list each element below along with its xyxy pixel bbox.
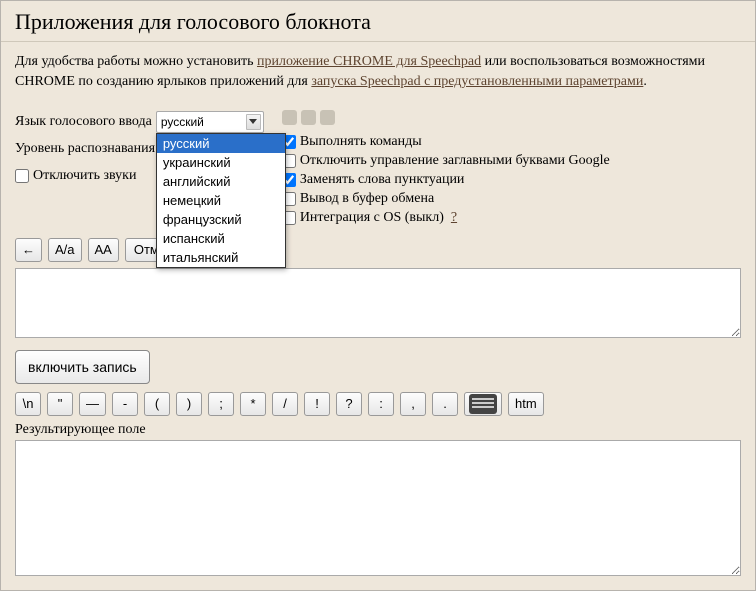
record-row: включить запись (1, 338, 755, 392)
punct-dash[interactable]: - (112, 392, 138, 416)
settings-left-col: Язык голосового ввода русский русский ук… (15, 111, 264, 187)
voice-lang-value: русский (161, 115, 204, 129)
toolbar-icons (282, 108, 610, 128)
voice-lang-select[interactable]: русский (156, 111, 264, 133)
punct-toolbar: \n " — - ( ) ; * / ! ? : , . htm (1, 392, 755, 416)
lang-option-uk[interactable]: украинский (157, 153, 285, 172)
voice-lang-label: Язык голосового ввода (15, 114, 152, 130)
result-label: Результирующее поле (1, 416, 755, 440)
trash-icon[interactable] (320, 110, 335, 125)
settings-right-col: Выполнять команды Отключить управление з… (272, 111, 610, 226)
punct-colon[interactable]: : (368, 392, 394, 416)
run-commands-row: Выполнять команды (282, 134, 610, 150)
lang-option-ru[interactable]: русский (157, 134, 285, 153)
chrome-app-link[interactable]: приложение CHROME для Speechpad (257, 54, 481, 69)
replace-punct-row: Заменять слова пунктуации (282, 172, 610, 188)
app-window: Приложения для голосового блокнота Для у… (0, 0, 756, 591)
lang-option-es[interactable]: испанский (157, 229, 285, 248)
run-commands-label: Выполнять команды (300, 134, 422, 150)
disable-caps-label: Отключить управление заглавными буквами … (300, 153, 610, 169)
back-button[interactable]: ← (15, 238, 42, 262)
translate-icon[interactable] (282, 110, 297, 125)
intro-part1: Для удобства работы можно установить (15, 54, 257, 69)
lang-option-it[interactable]: итальянский (157, 248, 285, 267)
keyboard-button[interactable] (464, 392, 502, 416)
punct-period[interactable]: . (432, 392, 458, 416)
os-integration-row: Интеграция с OS (выкл) ? (282, 210, 610, 226)
punct-semicolon[interactable]: ; (208, 392, 234, 416)
case-toggle-button[interactable]: A/a (48, 238, 82, 262)
start-record-button[interactable]: включить запись (15, 350, 150, 384)
preset-launch-link[interactable]: запуска Speechpad с предустановленными п… (311, 74, 643, 89)
os-integration-help-link[interactable]: ? (451, 210, 457, 226)
result-textarea[interactable] (15, 440, 741, 576)
htm-button[interactable]: htm (508, 392, 544, 416)
uppercase-button[interactable]: AA (88, 238, 119, 262)
mute-sounds-checkbox[interactable] (15, 169, 29, 183)
mute-sounds-label: Отключить звуки (33, 168, 136, 184)
punct-slash[interactable]: / (272, 392, 298, 416)
replace-punct-label: Заменять слова пунктуации (300, 172, 465, 188)
punct-dash-long[interactable]: — (79, 392, 106, 416)
lang-option-de[interactable]: немецкий (157, 191, 285, 210)
intro-text: Для удобства работы можно установить при… (1, 42, 755, 111)
punct-asterisk[interactable]: * (240, 392, 266, 416)
voice-lang-dropdown[interactable]: русский украинский английский немецкий ф… (156, 133, 286, 268)
intro-part3: . (643, 74, 647, 89)
punct-paren-close[interactable]: ) (176, 392, 202, 416)
clipboard-icon[interactable] (301, 110, 316, 125)
disable-caps-row: Отключить управление заглавными буквами … (282, 153, 610, 169)
chevron-down-icon (246, 114, 261, 130)
os-integration-label: Интеграция с OS (выкл) (300, 210, 444, 226)
lang-option-fr[interactable]: французский (157, 210, 285, 229)
buffer-out-label: Вывод в буфер обмена (300, 191, 434, 207)
input-textarea[interactable] (15, 268, 741, 338)
punct-comma[interactable]: , (400, 392, 426, 416)
punct-exclaim[interactable]: ! (304, 392, 330, 416)
page-title: Приложения для голосового блокнота (1, 1, 755, 42)
buffer-out-row: Вывод в буфер обмена (282, 191, 610, 207)
punct-question[interactable]: ? (336, 392, 362, 416)
settings-area: Язык голосового ввода русский русский ук… (1, 111, 755, 226)
lang-option-en[interactable]: английский (157, 172, 285, 191)
edit-toolbar: ← A/a AA Отменить (1, 226, 755, 268)
keyboard-icon (469, 394, 497, 414)
punct-paren-open[interactable]: ( (144, 392, 170, 416)
punct-quote[interactable]: " (47, 392, 73, 416)
recog-level-label: Уровень распознавания (15, 141, 155, 157)
punct-newline[interactable]: \n (15, 392, 41, 416)
